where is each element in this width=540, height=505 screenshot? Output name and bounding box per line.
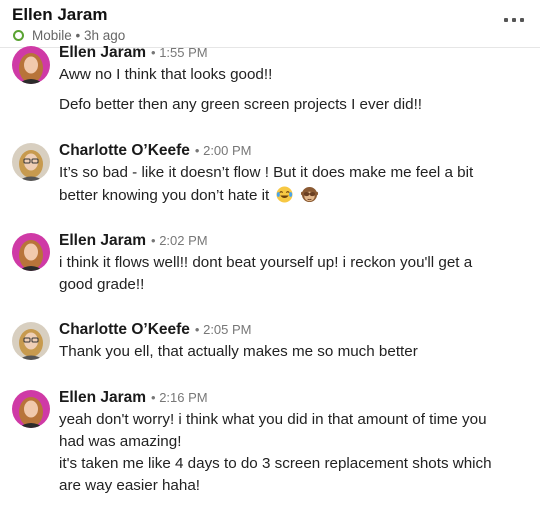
- message-time: • 2:05 PM: [194, 322, 252, 337]
- more-dot-icon: [512, 18, 516, 22]
- message-text: better knowing you don’t hate it: [59, 187, 270, 204]
- message-time: • 1:55 PM: [151, 45, 208, 60]
- contact-status: Mobile • 3h ago: [13, 28, 125, 43]
- sender-name[interactable]: Charlotte O’Keefe: [59, 321, 190, 338]
- message-text: It’s so bad - like it doesn’t flow ! But…: [59, 164, 474, 181]
- message-text: are way easier haha!: [59, 477, 200, 494]
- message-text: yeah don't worry! i think what you did i…: [59, 411, 487, 428]
- avatar-charlotte[interactable]: [12, 143, 50, 181]
- avatar-ellen[interactable]: [12, 390, 50, 428]
- avatar-charlotte[interactable]: [12, 322, 50, 360]
- ellen-avatar-icon: [12, 390, 50, 428]
- sender-name[interactable]: Charlotte O’Keefe: [59, 142, 190, 159]
- message-text: i think it flows well!! dont beat yourse…: [59, 254, 473, 271]
- message-text: good grade!!: [59, 276, 145, 293]
- status-text: Mobile • 3h ago: [32, 28, 126, 43]
- avatar-ellen[interactable]: [12, 46, 50, 84]
- charlotte-avatar-icon: [12, 143, 50, 181]
- more-dot-icon: [504, 18, 508, 22]
- more-options-button[interactable]: [504, 18, 524, 22]
- message-time: • 2:16 PM: [151, 390, 208, 405]
- message-text: Aww no I think that looks good!!: [59, 66, 273, 83]
- ellen-avatar-icon: [12, 46, 50, 84]
- charlotte-avatar-icon: [12, 322, 50, 360]
- conversation-header: Ellen Jaram Mobile • 3h ago: [0, 0, 540, 48]
- ellen-avatar-icon: [12, 233, 50, 271]
- online-status-icon: [13, 30, 24, 41]
- joy-emoji-icon: [276, 186, 293, 203]
- contact-name[interactable]: Ellen Jaram: [12, 5, 107, 25]
- sender-name[interactable]: Ellen Jaram: [59, 232, 146, 249]
- message-text: it's taken me like 4 days to do 3 screen…: [59, 455, 492, 472]
- message-text: Thank you ell, that actually makes me so…: [59, 343, 418, 360]
- message-text: Defo better then any green screen projec…: [59, 96, 423, 113]
- message-time: • 2:00 PM: [194, 143, 252, 158]
- avatar-ellen[interactable]: [12, 233, 50, 271]
- sender-name[interactable]: Ellen Jaram: [59, 44, 146, 61]
- message-text: had was amazing!: [59, 433, 182, 450]
- sender-name[interactable]: Ellen Jaram: [59, 389, 146, 406]
- more-dot-icon: [520, 18, 524, 22]
- message-time: • 2:02 PM: [151, 233, 208, 248]
- see-no-evil-monkey-emoji-icon: [300, 186, 318, 203]
